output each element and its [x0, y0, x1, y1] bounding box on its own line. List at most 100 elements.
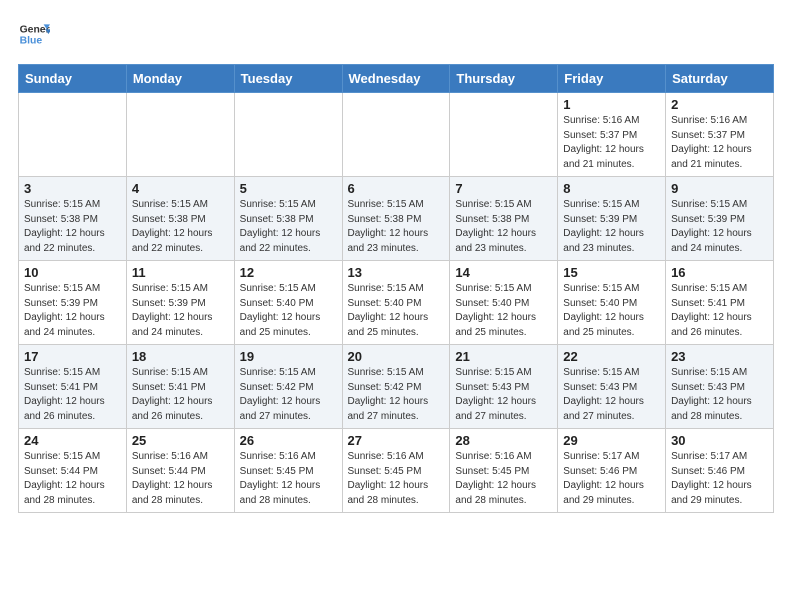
day-number: 3: [24, 181, 121, 196]
day-number: 30: [671, 433, 768, 448]
day-number: 23: [671, 349, 768, 364]
calendar-cell: 11 Sunrise: 5:15 AM Sunset: 5:39 PM Dayli…: [126, 261, 234, 345]
day-number: 25: [132, 433, 229, 448]
day-info: Sunrise: 5:16 AM Sunset: 5:44 PM Dayligh…: [132, 450, 229, 508]
week-row-1: 1 Sunrise: 5:16 AM Sunset: 5:37 PM Daylig…: [19, 93, 774, 177]
logo-icon: General Blue: [18, 18, 50, 50]
day-info: Sunrise: 5:15 AM Sunset: 5:40 PM Dayligh…: [240, 282, 337, 340]
day-info: Sunrise: 5:16 AM Sunset: 5:37 PM Dayligh…: [563, 114, 660, 172]
weekday-header-friday: Friday: [558, 65, 666, 93]
day-number: 19: [240, 349, 337, 364]
day-info: Sunrise: 5:16 AM Sunset: 5:45 PM Dayligh…: [455, 450, 552, 508]
calendar-cell: 3 Sunrise: 5:15 AM Sunset: 5:38 PM Daylig…: [19, 177, 127, 261]
calendar-cell: 10Sunrise: 5:15 AM Sunset: 5:39 PM Dayli…: [19, 261, 127, 345]
day-info: Sunrise: 5:15 AM Sunset: 5:43 PM Dayligh…: [455, 366, 552, 424]
calendar-cell: 17 Sunrise: 5:15 AM Sunset: 5:41 PM Dayli…: [19, 345, 127, 429]
day-number: 18: [132, 349, 229, 364]
day-number: 1: [563, 97, 660, 112]
day-number: 4: [132, 181, 229, 196]
day-info: Sunrise: 5:15 AM Sunset: 5:41 PM Dayligh…: [671, 282, 768, 340]
calendar-cell: 18 Sunrise: 5:15 AM Sunset: 5:41 PM Dayli…: [126, 345, 234, 429]
calendar-cell: [450, 93, 558, 177]
calendar-cell: 15 Sunrise: 5:15 AM Sunset: 5:40 PM Dayli…: [558, 261, 666, 345]
day-number: 24: [24, 433, 121, 448]
day-info: Sunrise: 5:15 AM Sunset: 5:38 PM Dayligh…: [348, 198, 445, 256]
calendar-cell: 24 Sunrise: 5:15 AM Sunset: 5:44 PM Dayli…: [19, 429, 127, 513]
day-number: 11: [132, 265, 229, 280]
calendar-cell: 29 Sunrise: 5:17 AM Sunset: 5:46 PM Dayli…: [558, 429, 666, 513]
calendar-cell: 8Sunrise: 5:15 AM Sunset: 5:39 PM Daylig…: [558, 177, 666, 261]
day-number: 17: [24, 349, 121, 364]
page: General Blue SundayMondayTuesdayWednesda…: [0, 0, 792, 523]
calendar-cell: 1 Sunrise: 5:16 AM Sunset: 5:37 PM Daylig…: [558, 93, 666, 177]
calendar-cell: 26Sunrise: 5:16 AM Sunset: 5:45 PM Dayli…: [234, 429, 342, 513]
day-number: 2: [671, 97, 768, 112]
day-number: 8: [563, 181, 660, 196]
day-info: Sunrise: 5:15 AM Sunset: 5:42 PM Dayligh…: [348, 366, 445, 424]
day-info: Sunrise: 5:15 AM Sunset: 5:38 PM Dayligh…: [455, 198, 552, 256]
weekday-header-monday: Monday: [126, 65, 234, 93]
calendar-cell: 5 Sunrise: 5:15 AM Sunset: 5:38 PM Daylig…: [234, 177, 342, 261]
day-info: Sunrise: 5:15 AM Sunset: 5:41 PM Dayligh…: [24, 366, 121, 424]
calendar-cell: 20 Sunrise: 5:15 AM Sunset: 5:42 PM Dayli…: [342, 345, 450, 429]
calendar-cell: 19 Sunrise: 5:15 AM Sunset: 5:42 PM Dayli…: [234, 345, 342, 429]
day-info: Sunrise: 5:17 AM Sunset: 5:46 PM Dayligh…: [563, 450, 660, 508]
day-info: Sunrise: 5:15 AM Sunset: 5:38 PM Dayligh…: [132, 198, 229, 256]
day-info: Sunrise: 5:15 AM Sunset: 5:40 PM Dayligh…: [455, 282, 552, 340]
day-info: Sunrise: 5:16 AM Sunset: 5:37 PM Dayligh…: [671, 114, 768, 172]
day-info: Sunrise: 5:16 AM Sunset: 5:45 PM Dayligh…: [348, 450, 445, 508]
day-number: 28: [455, 433, 552, 448]
day-number: 9: [671, 181, 768, 196]
calendar-cell: [342, 93, 450, 177]
day-number: 7: [455, 181, 552, 196]
calendar-cell: 22 Sunrise: 5:15 AM Sunset: 5:43 PM Dayli…: [558, 345, 666, 429]
calendar-cell: 4 Sunrise: 5:15 AM Sunset: 5:38 PM Daylig…: [126, 177, 234, 261]
day-number: 26: [240, 433, 337, 448]
weekday-header-wednesday: Wednesday: [342, 65, 450, 93]
calendar-cell: 14Sunrise: 5:15 AM Sunset: 5:40 PM Dayli…: [450, 261, 558, 345]
logo: General Blue: [18, 18, 50, 50]
calendar-cell: 23Sunrise: 5:15 AM Sunset: 5:43 PM Dayli…: [666, 345, 774, 429]
calendar-cell: 25 Sunrise: 5:16 AM Sunset: 5:44 PM Dayli…: [126, 429, 234, 513]
day-info: Sunrise: 5:15 AM Sunset: 5:38 PM Dayligh…: [24, 198, 121, 256]
svg-text:Blue: Blue: [20, 36, 43, 47]
day-number: 5: [240, 181, 337, 196]
calendar-header-row: SundayMondayTuesdayWednesdayThursdayFrid…: [19, 65, 774, 93]
day-number: 29: [563, 433, 660, 448]
weekday-header-thursday: Thursday: [450, 65, 558, 93]
day-info: Sunrise: 5:15 AM Sunset: 5:39 PM Dayligh…: [671, 198, 768, 256]
day-info: Sunrise: 5:15 AM Sunset: 5:43 PM Dayligh…: [563, 366, 660, 424]
day-number: 16: [671, 265, 768, 280]
calendar-cell: 28 Sunrise: 5:16 AM Sunset: 5:45 PM Dayli…: [450, 429, 558, 513]
day-info: Sunrise: 5:15 AM Sunset: 5:44 PM Dayligh…: [24, 450, 121, 508]
day-info: Sunrise: 5:15 AM Sunset: 5:40 PM Dayligh…: [563, 282, 660, 340]
week-row-4: 17 Sunrise: 5:15 AM Sunset: 5:41 PM Dayli…: [19, 345, 774, 429]
day-number: 13: [348, 265, 445, 280]
day-info: Sunrise: 5:15 AM Sunset: 5:38 PM Dayligh…: [240, 198, 337, 256]
calendar-cell: 12Sunrise: 5:15 AM Sunset: 5:40 PM Dayli…: [234, 261, 342, 345]
header: General Blue: [18, 18, 774, 50]
day-number: 22: [563, 349, 660, 364]
day-info: Sunrise: 5:15 AM Sunset: 5:41 PM Dayligh…: [132, 366, 229, 424]
calendar-table: SundayMondayTuesdayWednesdayThursdayFrid…: [18, 64, 774, 513]
calendar-cell: 7 Sunrise: 5:15 AM Sunset: 5:38 PM Daylig…: [450, 177, 558, 261]
weekday-header-tuesday: Tuesday: [234, 65, 342, 93]
calendar-cell: 30 Sunrise: 5:17 AM Sunset: 5:46 PM Dayli…: [666, 429, 774, 513]
day-info: Sunrise: 5:15 AM Sunset: 5:39 PM Dayligh…: [132, 282, 229, 340]
day-info: Sunrise: 5:15 AM Sunset: 5:39 PM Dayligh…: [24, 282, 121, 340]
day-number: 6: [348, 181, 445, 196]
day-number: 20: [348, 349, 445, 364]
calendar-cell: 27Sunrise: 5:16 AM Sunset: 5:45 PM Dayli…: [342, 429, 450, 513]
calendar-cell: 6 Sunrise: 5:15 AM Sunset: 5:38 PM Daylig…: [342, 177, 450, 261]
calendar-cell: 13Sunrise: 5:15 AM Sunset: 5:40 PM Dayli…: [342, 261, 450, 345]
calendar-cell: [234, 93, 342, 177]
calendar-cell: 2 Sunrise: 5:16 AM Sunset: 5:37 PM Daylig…: [666, 93, 774, 177]
calendar-cell: [19, 93, 127, 177]
day-info: Sunrise: 5:15 AM Sunset: 5:42 PM Dayligh…: [240, 366, 337, 424]
calendar-cell: 21 Sunrise: 5:15 AM Sunset: 5:43 PM Dayli…: [450, 345, 558, 429]
weekday-header-saturday: Saturday: [666, 65, 774, 93]
day-number: 21: [455, 349, 552, 364]
calendar-cell: 9 Sunrise: 5:15 AM Sunset: 5:39 PM Daylig…: [666, 177, 774, 261]
day-number: 15: [563, 265, 660, 280]
day-info: Sunrise: 5:17 AM Sunset: 5:46 PM Dayligh…: [671, 450, 768, 508]
